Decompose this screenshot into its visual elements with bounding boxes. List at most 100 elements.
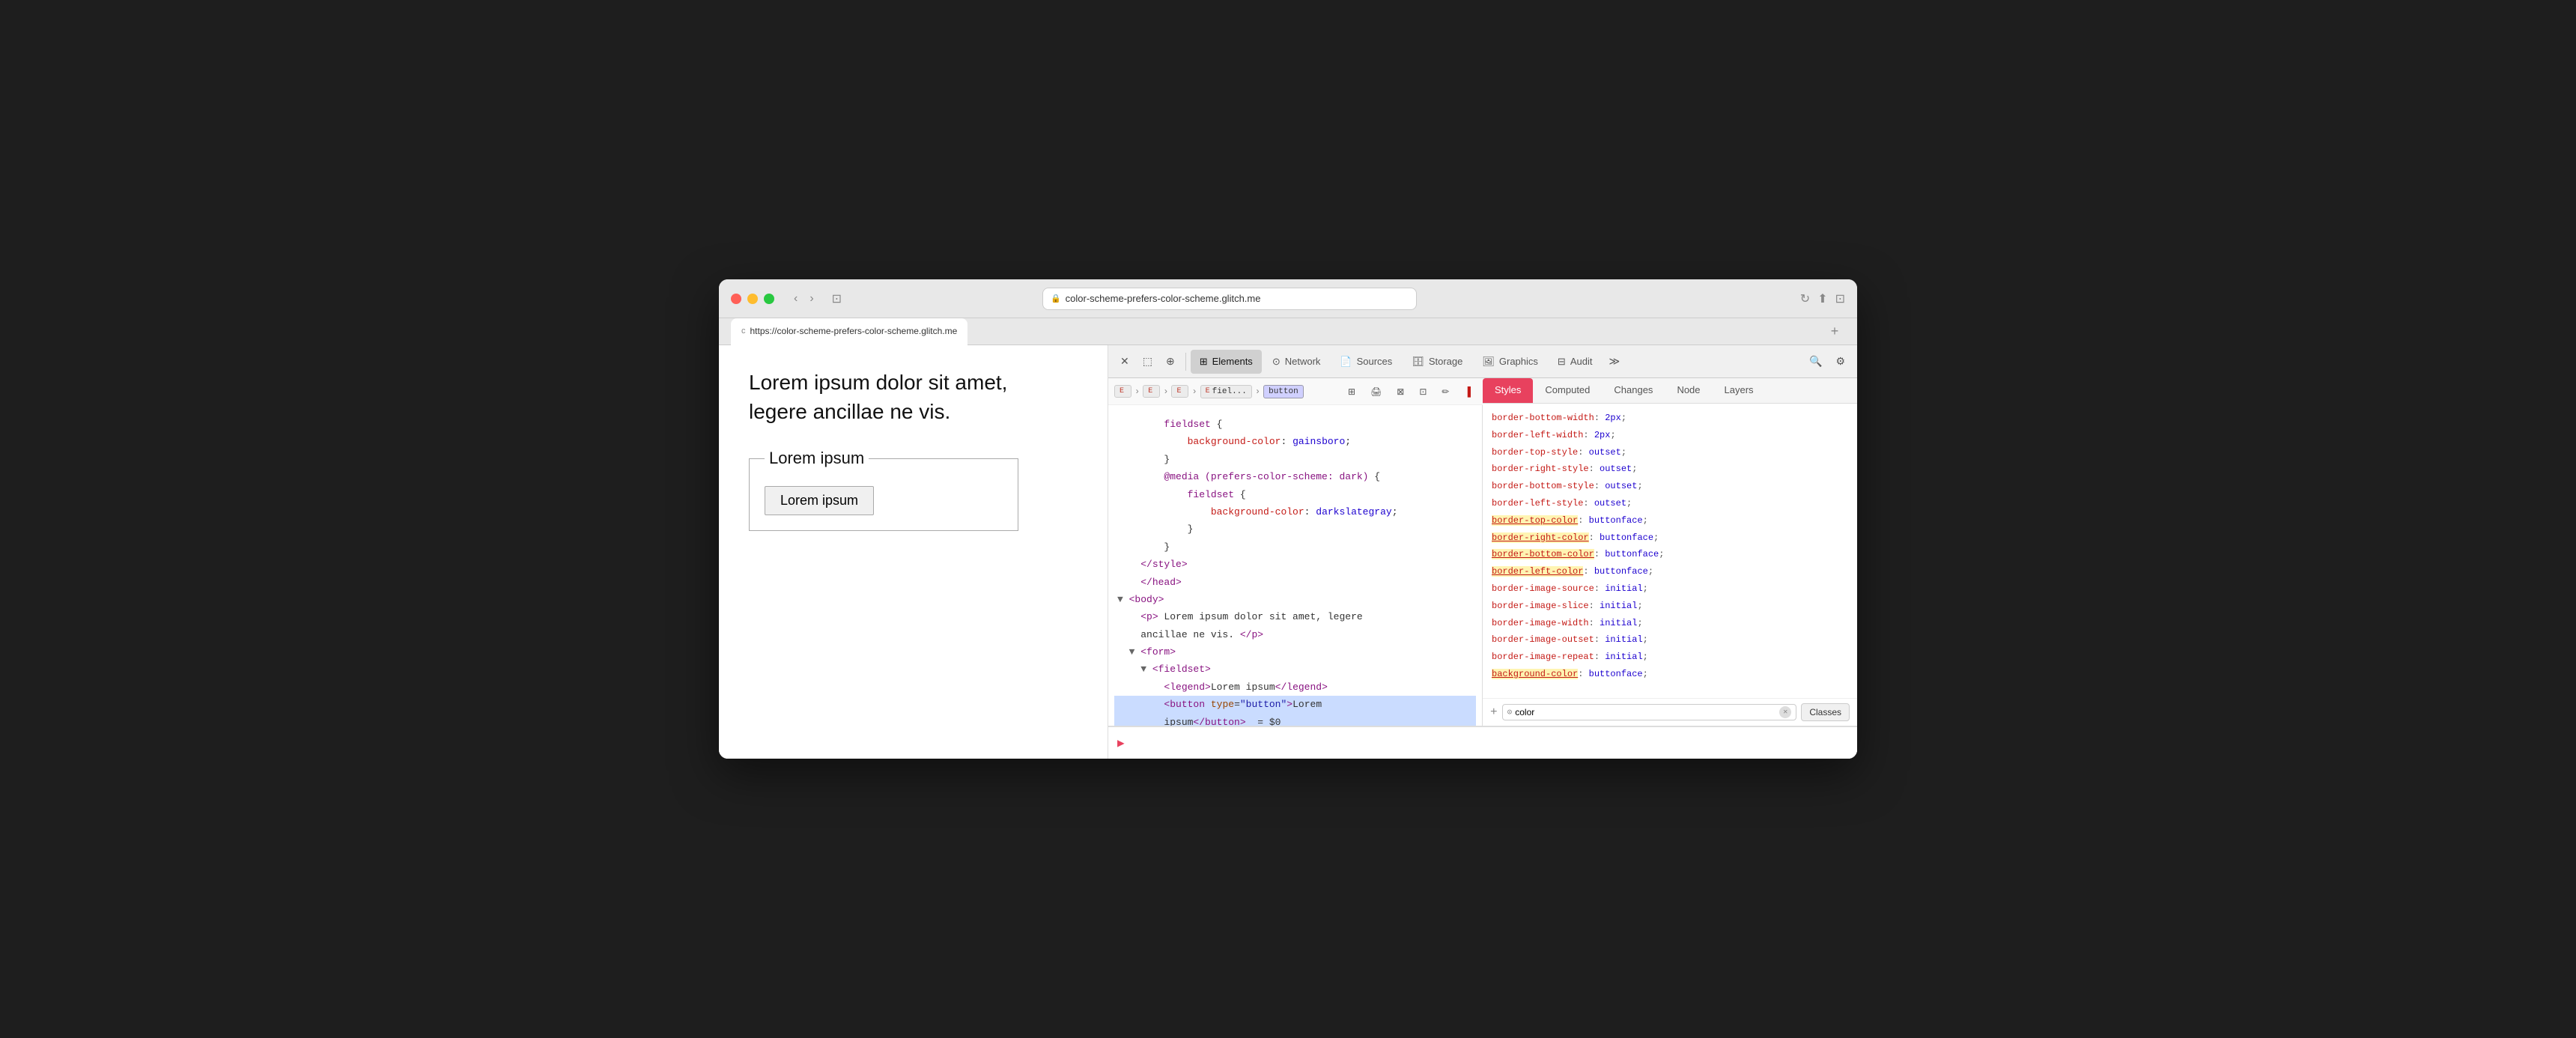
dom-line-16[interactable]: <legend>Lorem ipsum</legend> bbox=[1114, 679, 1476, 696]
settings-button[interactable]: ⚙ bbox=[1829, 350, 1851, 372]
maximize-button[interactable] bbox=[764, 294, 774, 304]
tab-favicon: c bbox=[741, 327, 746, 336]
network-tab-label: Network bbox=[1285, 356, 1321, 367]
dom-tree[interactable]: fieldset { background-color: gainsboro; … bbox=[1108, 405, 1483, 726]
filter-input-wrap: ⊙ ✕ bbox=[1502, 704, 1797, 720]
minimize-button[interactable] bbox=[747, 294, 758, 304]
breadcrumb-e1[interactable]: E bbox=[1114, 385, 1131, 398]
dom-line-4[interactable]: @media (prefers-color-scheme: dark) { bbox=[1114, 468, 1476, 485]
search-button[interactable]: 🔍 bbox=[1803, 350, 1828, 372]
sidebar-toggle-button[interactable]: ⊡ bbox=[827, 290, 846, 308]
tab-changes[interactable]: Changes bbox=[1602, 378, 1665, 403]
console-input[interactable] bbox=[1131, 738, 1848, 749]
dom-line-6[interactable]: background-color: darkslategray; bbox=[1114, 503, 1476, 520]
css-border-top-style: border-top-style: outset; bbox=[1492, 444, 1848, 461]
bc-icon-2: E bbox=[1148, 387, 1152, 395]
console-bar: ▶ bbox=[1108, 726, 1857, 759]
nav-buttons: ‹ › bbox=[789, 291, 818, 307]
bc-arrow-2: › bbox=[1163, 386, 1168, 397]
demo-button[interactable]: Lorem ipsum bbox=[765, 486, 874, 515]
audit-tab-label: Audit bbox=[1570, 356, 1593, 367]
css-border-image-outset: border-image-outset: initial; bbox=[1492, 631, 1848, 649]
css-border-image-repeat: border-image-repeat: initial; bbox=[1492, 649, 1848, 666]
audit-tab-icon: ⊟ bbox=[1558, 356, 1566, 368]
tab-computed[interactable]: Computed bbox=[1533, 378, 1602, 403]
bc-tiles-icon[interactable]: ⊡ bbox=[1413, 382, 1433, 401]
tab-layers[interactable]: Layers bbox=[1713, 378, 1766, 403]
dom-line-7[interactable]: } bbox=[1114, 520, 1476, 538]
styles-tabs: Styles Computed Changes Node Layers bbox=[1483, 378, 1857, 404]
active-tab[interactable]: c https://color-scheme-prefers-color-sch… bbox=[731, 318, 967, 345]
back-button[interactable]: ‹ bbox=[789, 291, 802, 307]
filter-clear-button[interactable]: ✕ bbox=[1779, 706, 1791, 718]
bc-print-icon[interactable]: 🖨 bbox=[1364, 382, 1388, 401]
tab-elements[interactable]: ⊞ Elements bbox=[1191, 350, 1262, 374]
tab-label: https://color-scheme-prefers-color-schem… bbox=[750, 326, 958, 336]
tab-audit[interactable]: ⊟ Audit bbox=[1549, 350, 1602, 374]
breadcrumb-e3[interactable]: E bbox=[1171, 385, 1188, 398]
new-tab-button[interactable]: ⊡ bbox=[1835, 291, 1845, 306]
tab-styles[interactable]: Styles bbox=[1483, 378, 1533, 403]
breadcrumb-e2[interactable]: E bbox=[1143, 385, 1160, 398]
tab-storage[interactable]: 🗄 Storage bbox=[1403, 350, 1471, 374]
dom-line-15[interactable]: ▼ <fieldset> bbox=[1114, 661, 1476, 678]
bc-grid-icon[interactable]: ⊞ bbox=[1342, 382, 1361, 401]
title-right-controls: ↻ ⬆ ⊡ bbox=[1800, 291, 1845, 306]
devtools-panel: ✕ ⬚ ⊕ ⊞ Elements ⊙ Network 📄 Sources 🗄 bbox=[1108, 345, 1857, 759]
inspect-element-button[interactable]: ⊕ bbox=[1160, 350, 1181, 372]
add-style-rule-button[interactable]: + bbox=[1490, 705, 1498, 719]
dom-line-2[interactable]: background-color: gainsboro; bbox=[1114, 433, 1476, 450]
breadcrumb-bar: E › E › E › E fiel... › button ⊞ 🖨 ⊠ ⊡ bbox=[1108, 378, 1483, 405]
dom-line-8[interactable]: } bbox=[1114, 538, 1476, 556]
breadcrumb-button[interactable]: button bbox=[1263, 385, 1304, 398]
dom-line-10[interactable]: </head> bbox=[1114, 574, 1476, 591]
filter-input[interactable] bbox=[1515, 707, 1776, 717]
elements-tab-label: Elements bbox=[1212, 356, 1253, 367]
console-prompt-icon: ▶ bbox=[1117, 735, 1125, 750]
sources-tab-icon: 📄 bbox=[1340, 356, 1352, 368]
forward-button[interactable]: › bbox=[805, 291, 818, 307]
toolbar-separator bbox=[1185, 353, 1186, 371]
dom-line-11[interactable]: ▼ <body> bbox=[1114, 591, 1476, 608]
bc-squares-icon[interactable]: ⊠ bbox=[1391, 382, 1410, 401]
css-border-bottom-width: border-bottom-width: 2px; bbox=[1492, 410, 1848, 427]
styles-content: border-bottom-width: 2px; border-left-wi… bbox=[1483, 404, 1857, 698]
tab-network[interactable]: ⊙ Network bbox=[1263, 350, 1330, 374]
fieldset-demo: Lorem ipsum Lorem ipsum bbox=[749, 449, 1018, 531]
breadcrumb-fieldset[interactable]: E fiel... bbox=[1200, 385, 1252, 398]
dom-line-1[interactable]: fieldset { bbox=[1114, 416, 1476, 433]
tab-node[interactable]: Node bbox=[1665, 378, 1712, 403]
dom-line-12[interactable]: <p> Lorem ipsum dolor sit amet, legere bbox=[1114, 608, 1476, 625]
elements-section: E › E › E › E fiel... › button ⊞ 🖨 ⊠ ⊡ bbox=[1108, 378, 1483, 726]
tab-sources[interactable]: 📄 Sources bbox=[1331, 350, 1401, 374]
bc-arrow-3: › bbox=[1191, 386, 1197, 397]
devtools-close-button[interactable]: ✕ bbox=[1114, 350, 1135, 372]
close-button[interactable] bbox=[731, 294, 741, 304]
dom-line-17[interactable]: <button type="button">Lorem bbox=[1114, 696, 1476, 713]
styles-panel: Styles Computed Changes Node Layers bord… bbox=[1483, 378, 1857, 726]
dom-line-3[interactable]: } bbox=[1114, 451, 1476, 468]
dom-line-18[interactable]: ipsum</button> = $0 bbox=[1114, 714, 1476, 726]
graphics-tab-label: Graphics bbox=[1499, 356, 1538, 367]
css-border-right-style: border-right-style: outset; bbox=[1492, 461, 1848, 478]
reload-button[interactable]: ↻ bbox=[1800, 291, 1810, 306]
more-tabs-button[interactable]: ≫ bbox=[1603, 350, 1626, 372]
device-toggle-button[interactable]: ⬚ bbox=[1137, 350, 1158, 372]
bc-icon-1: E bbox=[1120, 387, 1124, 395]
address-bar[interactable]: 🔒 color-scheme-prefers-color-scheme.glit… bbox=[1042, 288, 1417, 310]
css-background-color: background-color: buttonface; bbox=[1492, 666, 1848, 683]
bc-block-icon[interactable]: ▐ bbox=[1458, 382, 1477, 401]
share-button[interactable]: ⬆ bbox=[1817, 291, 1827, 306]
url-text: color-scheme-prefers-color-scheme.glitch… bbox=[1066, 293, 1261, 304]
css-border-image-width: border-image-width: initial; bbox=[1492, 615, 1848, 632]
dom-line-13[interactable]: ancillae ne vis. </p> bbox=[1114, 626, 1476, 643]
dom-line-5[interactable]: fieldset { bbox=[1114, 486, 1476, 503]
dom-line-14[interactable]: ▼ <form> bbox=[1114, 643, 1476, 661]
devtools-toolbar: ✕ ⬚ ⊕ ⊞ Elements ⊙ Network 📄 Sources 🗄 bbox=[1108, 345, 1857, 378]
new-tab-plus-button[interactable]: + bbox=[1824, 321, 1845, 342]
dom-line-9[interactable]: </style> bbox=[1114, 556, 1476, 573]
bc-edit-icon[interactable]: ✏ bbox=[1436, 382, 1455, 401]
storage-tab-icon: 🗄 bbox=[1412, 356, 1424, 368]
tab-graphics[interactable]: 🖼 Graphics bbox=[1473, 350, 1547, 374]
classes-button[interactable]: Classes bbox=[1801, 703, 1850, 721]
